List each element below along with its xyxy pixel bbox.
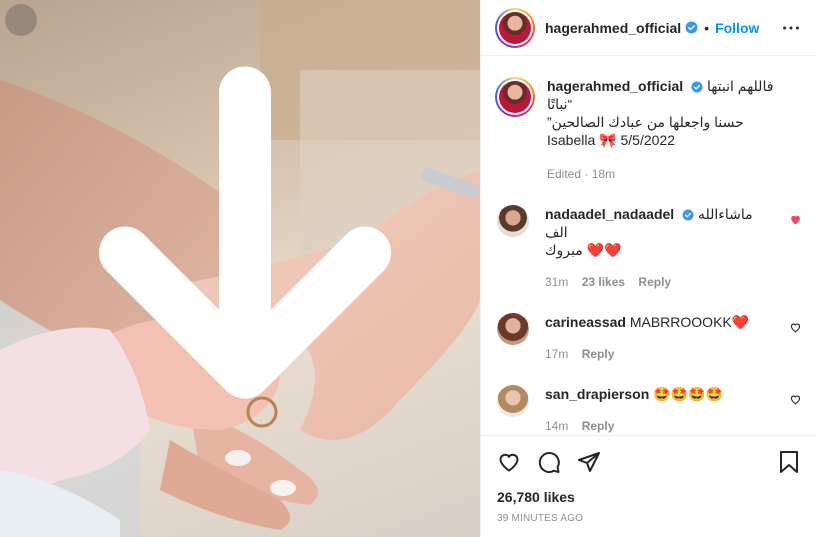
commenter-avatar[interactable] xyxy=(497,313,529,345)
like-button[interactable] xyxy=(497,450,521,474)
comment-time[interactable]: 31m xyxy=(545,275,568,289)
comment-likes[interactable]: 23 likes xyxy=(582,275,625,289)
caption-text-line2: ”حسنا واجعلها من عبادك الصالحين xyxy=(547,114,744,130)
download-button[interactable] xyxy=(5,4,391,399)
comment-item: san_drapierson 🤩🤩🤩🤩 14m Reply xyxy=(481,385,816,435)
commenter-avatar[interactable] xyxy=(497,385,529,417)
reply-button[interactable]: Reply xyxy=(582,419,615,433)
separator-dot: • xyxy=(704,19,710,36)
comment-item: nadaadel_nadaadel ماشاءالله الف مبروك ❤️… xyxy=(481,205,816,291)
comment-item: carineassad MABRROOOKK❤️ 17m Reply xyxy=(481,313,816,363)
comment-text: MABRROOOKK❤️ xyxy=(629,314,750,330)
follow-button[interactable]: Follow xyxy=(715,20,759,36)
reply-button[interactable]: Reply xyxy=(638,275,671,289)
comments-list[interactable]: hagerahmed_official فاللهم انبتها نباتًا… xyxy=(481,57,816,435)
bow-emoji: 🎀 xyxy=(599,132,617,148)
commenter-avatar[interactable] xyxy=(497,205,529,237)
comment-button[interactable] xyxy=(537,450,561,474)
comment-time[interactable]: 17m xyxy=(545,347,568,361)
caption-story-ring[interactable] xyxy=(495,77,535,117)
likes-count[interactable]: 26,780 likes xyxy=(497,489,800,505)
edited-meta: Edited · 18m xyxy=(547,167,616,181)
author-username[interactable]: hagerahmed_official xyxy=(545,20,681,36)
commenter-username[interactable]: nadaadel_nadaadel xyxy=(545,206,674,222)
commenter-username[interactable]: carineassad xyxy=(545,314,626,330)
reply-button[interactable]: Reply xyxy=(582,347,615,361)
comment-text-line2: مبروك ❤️❤️ xyxy=(545,242,622,258)
bookmark-icon xyxy=(780,451,798,473)
avatar xyxy=(499,11,531,44)
post-header: hagerahmed_official • Follow xyxy=(481,0,816,56)
caption-avatar xyxy=(499,81,531,113)
more-options-icon[interactable] xyxy=(780,17,802,39)
story-ring[interactable] xyxy=(495,7,535,48)
share-icon xyxy=(578,452,600,472)
caption-date: 5/5/2022 xyxy=(620,132,675,148)
comment-icon xyxy=(538,452,560,474)
comment-text: 🤩🤩🤩🤩 xyxy=(653,386,723,402)
verified-badge-icon xyxy=(685,21,698,34)
caption-username[interactable]: hagerahmed_official xyxy=(547,78,683,94)
comment-time[interactable]: 14m xyxy=(545,419,568,433)
post-caption: hagerahmed_official فاللهم انبتها نباتًا… xyxy=(481,57,816,183)
download-icon xyxy=(99,66,391,399)
verified-badge-icon xyxy=(691,81,703,93)
heart-icon[interactable] xyxy=(789,321,802,334)
heart-icon xyxy=(499,453,519,472)
post-side-panel: hagerahmed_official • Follow hagerahmed_… xyxy=(480,0,816,537)
commenter-username[interactable]: san_drapierson xyxy=(545,386,649,402)
save-button[interactable] xyxy=(778,450,800,474)
heart-icon[interactable] xyxy=(789,393,802,406)
post-actions: 26,780 likes 39 MINUTES AGO xyxy=(481,435,816,524)
caption-name: Isabella xyxy=(547,132,596,148)
post-timestamp[interactable]: 39 MINUTES AGO xyxy=(497,513,800,524)
post-photo[interactable] xyxy=(0,0,480,537)
share-button[interactable] xyxy=(577,450,601,474)
liked-heart-icon[interactable] xyxy=(789,213,802,226)
verified-badge-icon xyxy=(682,209,694,221)
